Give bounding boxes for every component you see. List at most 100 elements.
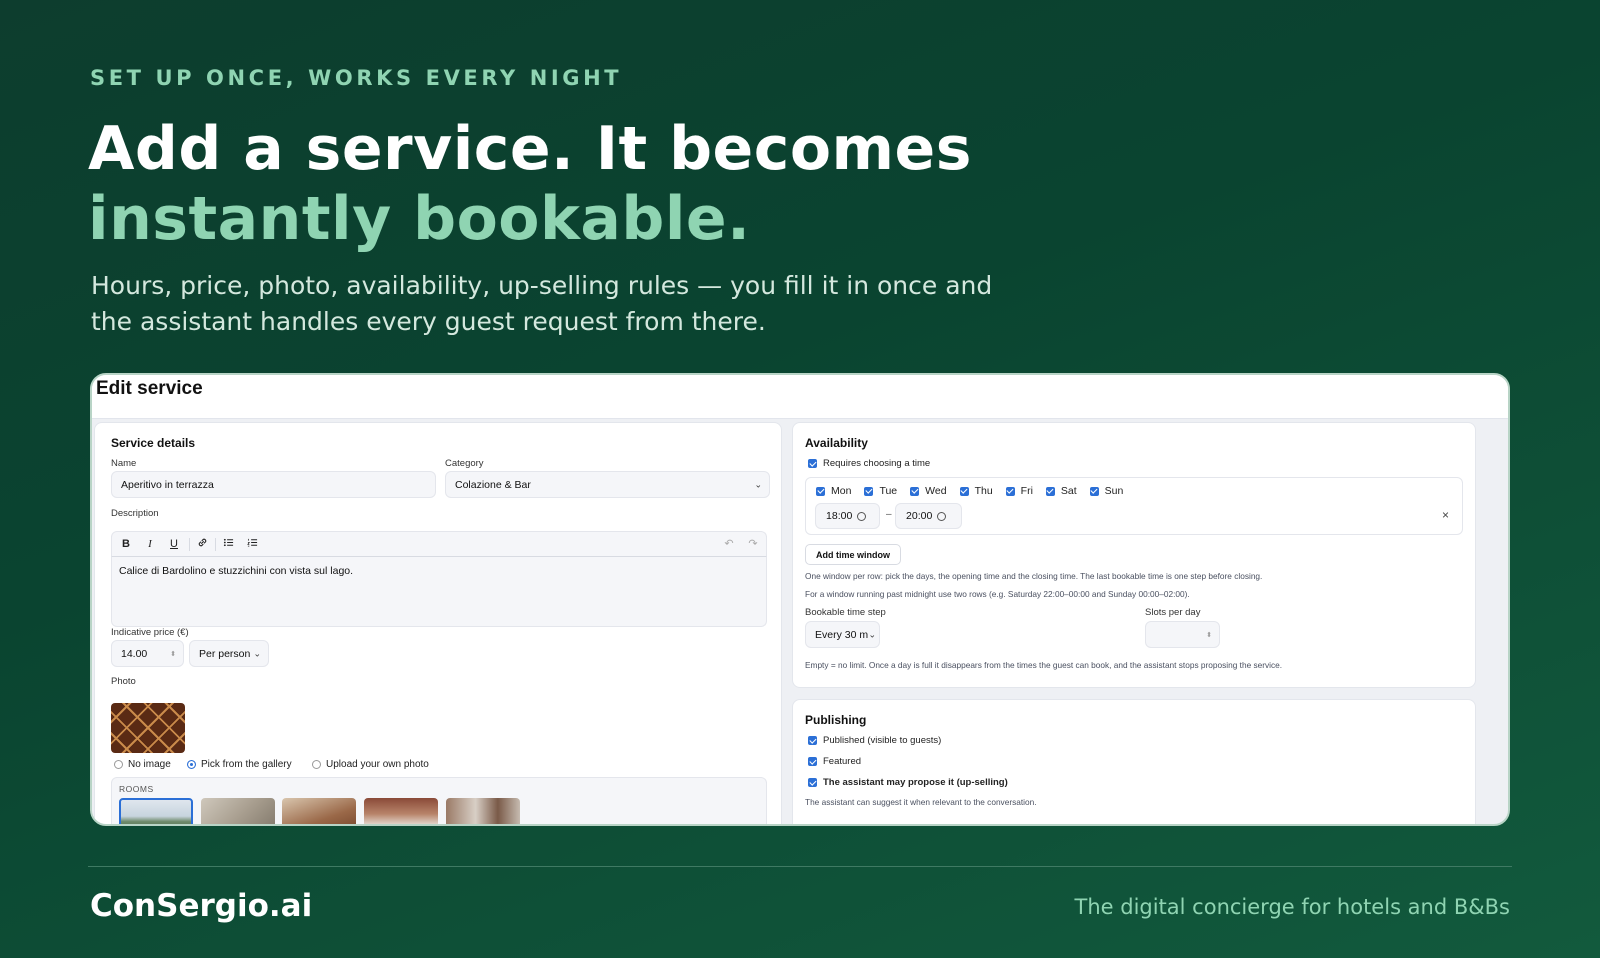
gallery-thumbnail[interactable] [282,798,356,824]
checkbox-checked[interactable] [816,486,825,496]
day-checkbox-sun[interactable]: Sun [1089,485,1123,497]
description-value: Calice di Bardolino e stuzzichini con vi… [119,565,354,577]
opening-time-input[interactable]: 18:00 [815,503,880,529]
checkbox-label: Requires choosing a time [823,458,931,469]
toolbar-divider [215,538,216,551]
gallery-section-label: ROOMS [119,784,154,794]
radio-button[interactable] [312,760,321,769]
add-time-window-button[interactable]: Add time window [805,544,901,565]
checkbox-checked[interactable] [959,486,969,496]
name-input[interactable]: Aperitivo in terrazza [111,471,436,498]
opening-hour: 18 [826,510,838,522]
checkbox-checked[interactable] [808,757,817,766]
stepper-icon: ⬍ [1206,631,1212,639]
category-value: Colazione & Bar [455,478,531,491]
eyebrow: SET UP ONCE, WORKS EVERY NIGHT [90,66,623,90]
time-step-value: Every 30 m [815,628,869,641]
clock-icon [857,511,867,521]
category-select[interactable]: Colazione & Bar ⌄ [445,471,770,498]
clock-icon [937,511,947,521]
day-label: Sat [1060,485,1077,497]
day-checkbox-fri[interactable]: Fri [1005,485,1033,497]
checkbox-checked[interactable] [808,459,817,468]
upsell-checkbox[interactable]: The assistant may propose it (up-selling… [808,777,1008,788]
checkbox-label: Featured [823,756,862,767]
published-checkbox[interactable]: Published (visible to guests) [808,735,941,746]
closing-time-input[interactable]: 20:00 [895,503,962,529]
day-checkbox-mon[interactable]: Mon [816,485,851,497]
checkbox-checked[interactable] [910,486,920,496]
closing-hour: 20 [906,510,918,522]
day-checkbox-tue[interactable]: Tue [864,485,897,497]
price-unit-select[interactable]: Per person ⌄ [189,640,269,667]
checkbox-checked[interactable] [808,736,817,745]
slots-per-day-input[interactable]: ⬍ [1145,621,1220,648]
numbered-list-icon [246,538,257,547]
day-label: Wed [925,485,947,497]
bold-button[interactable]: B [117,537,135,552]
slots-per-day-label: Slots per day [1145,607,1201,618]
radio-upload-photo[interactable]: Upload your own photo [312,759,429,770]
gallery-thumbnail[interactable] [364,798,438,824]
day-label: Mon [831,485,852,497]
hint-slots: Empty = no limit. Once a day is full it … [805,660,1283,670]
availability-title: Availability [805,436,868,450]
day-checkbox-wed[interactable]: Wed [910,485,947,497]
checkbox-label: Published (visible to guests) [823,735,942,746]
radio-pick-gallery[interactable]: Pick from the gallery [187,759,292,770]
bullet-list-button[interactable] [219,537,237,552]
numbered-list-button[interactable] [243,537,261,552]
description-label: Description [111,508,159,519]
checkbox-checked[interactable] [1045,486,1055,496]
service-details-title: Service details [111,436,196,450]
gallery-thumbnail[interactable] [446,798,520,824]
radio-no-image[interactable]: No image [114,759,171,770]
price-input[interactable]: 14.00 ⬍ [111,640,184,667]
stepper-icon: ⬍ [170,650,176,658]
headline-line-2: instantly bookable. [88,184,751,254]
price-value: 14.00 [121,647,148,660]
radio-label: No image [128,759,171,770]
hint-upsell: The assistant can suggest it when releva… [805,797,1037,807]
service-photo [111,703,185,753]
photo-label: Photo [111,676,136,687]
redo-button[interactable]: ↷ [744,537,762,552]
hint-time-window: One window per row: pick the days, the o… [805,571,1263,581]
remove-window-icon[interactable]: × [1442,508,1449,522]
time-step-select[interactable]: Every 30 m ⌄ [805,621,880,648]
radio-button[interactable] [187,760,196,769]
toolbar-divider [189,538,190,551]
subtitle-line-2: the assistant handles every guest reques… [91,307,766,336]
time-range-dash: – [886,509,892,520]
gallery-thumbnail[interactable] [201,798,275,824]
headline: Add a service. It becomes instantly book… [88,114,972,254]
bullet-list-icon [223,538,233,547]
publishing-card: Publishing Published (visible to guests)… [792,699,1476,824]
price-label: Indicative price (€) [111,627,189,638]
day-label: Tue [879,485,898,497]
checkbox-checked[interactable] [1089,486,1099,496]
day-checkbox-thu[interactable]: Thu [959,485,993,497]
underline-button[interactable]: U [165,537,183,552]
link-button[interactable] [193,537,211,552]
opening-minute: 00 [840,510,853,522]
name-label: Name [111,458,137,469]
day-checkbox-sat[interactable]: Sat [1045,485,1077,497]
undo-button[interactable]: ↶ [720,537,738,552]
checkbox-checked[interactable] [1005,486,1015,496]
time-step-label: Bookable time step [805,607,886,618]
subtitle: Hours, price, photo, availability, up-se… [91,268,1051,340]
page-title: Edit service [96,378,203,399]
requires-time-checkbox[interactable]: Requires choosing a time [808,458,930,469]
link-icon [198,538,206,547]
description-editor[interactable]: Calice di Bardolino e stuzzichini con vi… [111,557,767,627]
headline-line-1: Add a service. It becomes [88,114,972,184]
checkbox-checked[interactable] [808,778,817,787]
radio-button[interactable] [114,760,123,769]
subtitle-line-1: Hours, price, photo, availability, up-se… [91,271,993,300]
featured-checkbox[interactable]: Featured [808,756,861,767]
gallery-thumbnail[interactable] [119,798,193,824]
checkbox-checked[interactable] [864,486,874,496]
time-window-row: Mon Tue Wed Thu Fri Sat Sun 18:00 – 20:0… [805,477,1463,535]
italic-button[interactable]: I [141,537,159,552]
